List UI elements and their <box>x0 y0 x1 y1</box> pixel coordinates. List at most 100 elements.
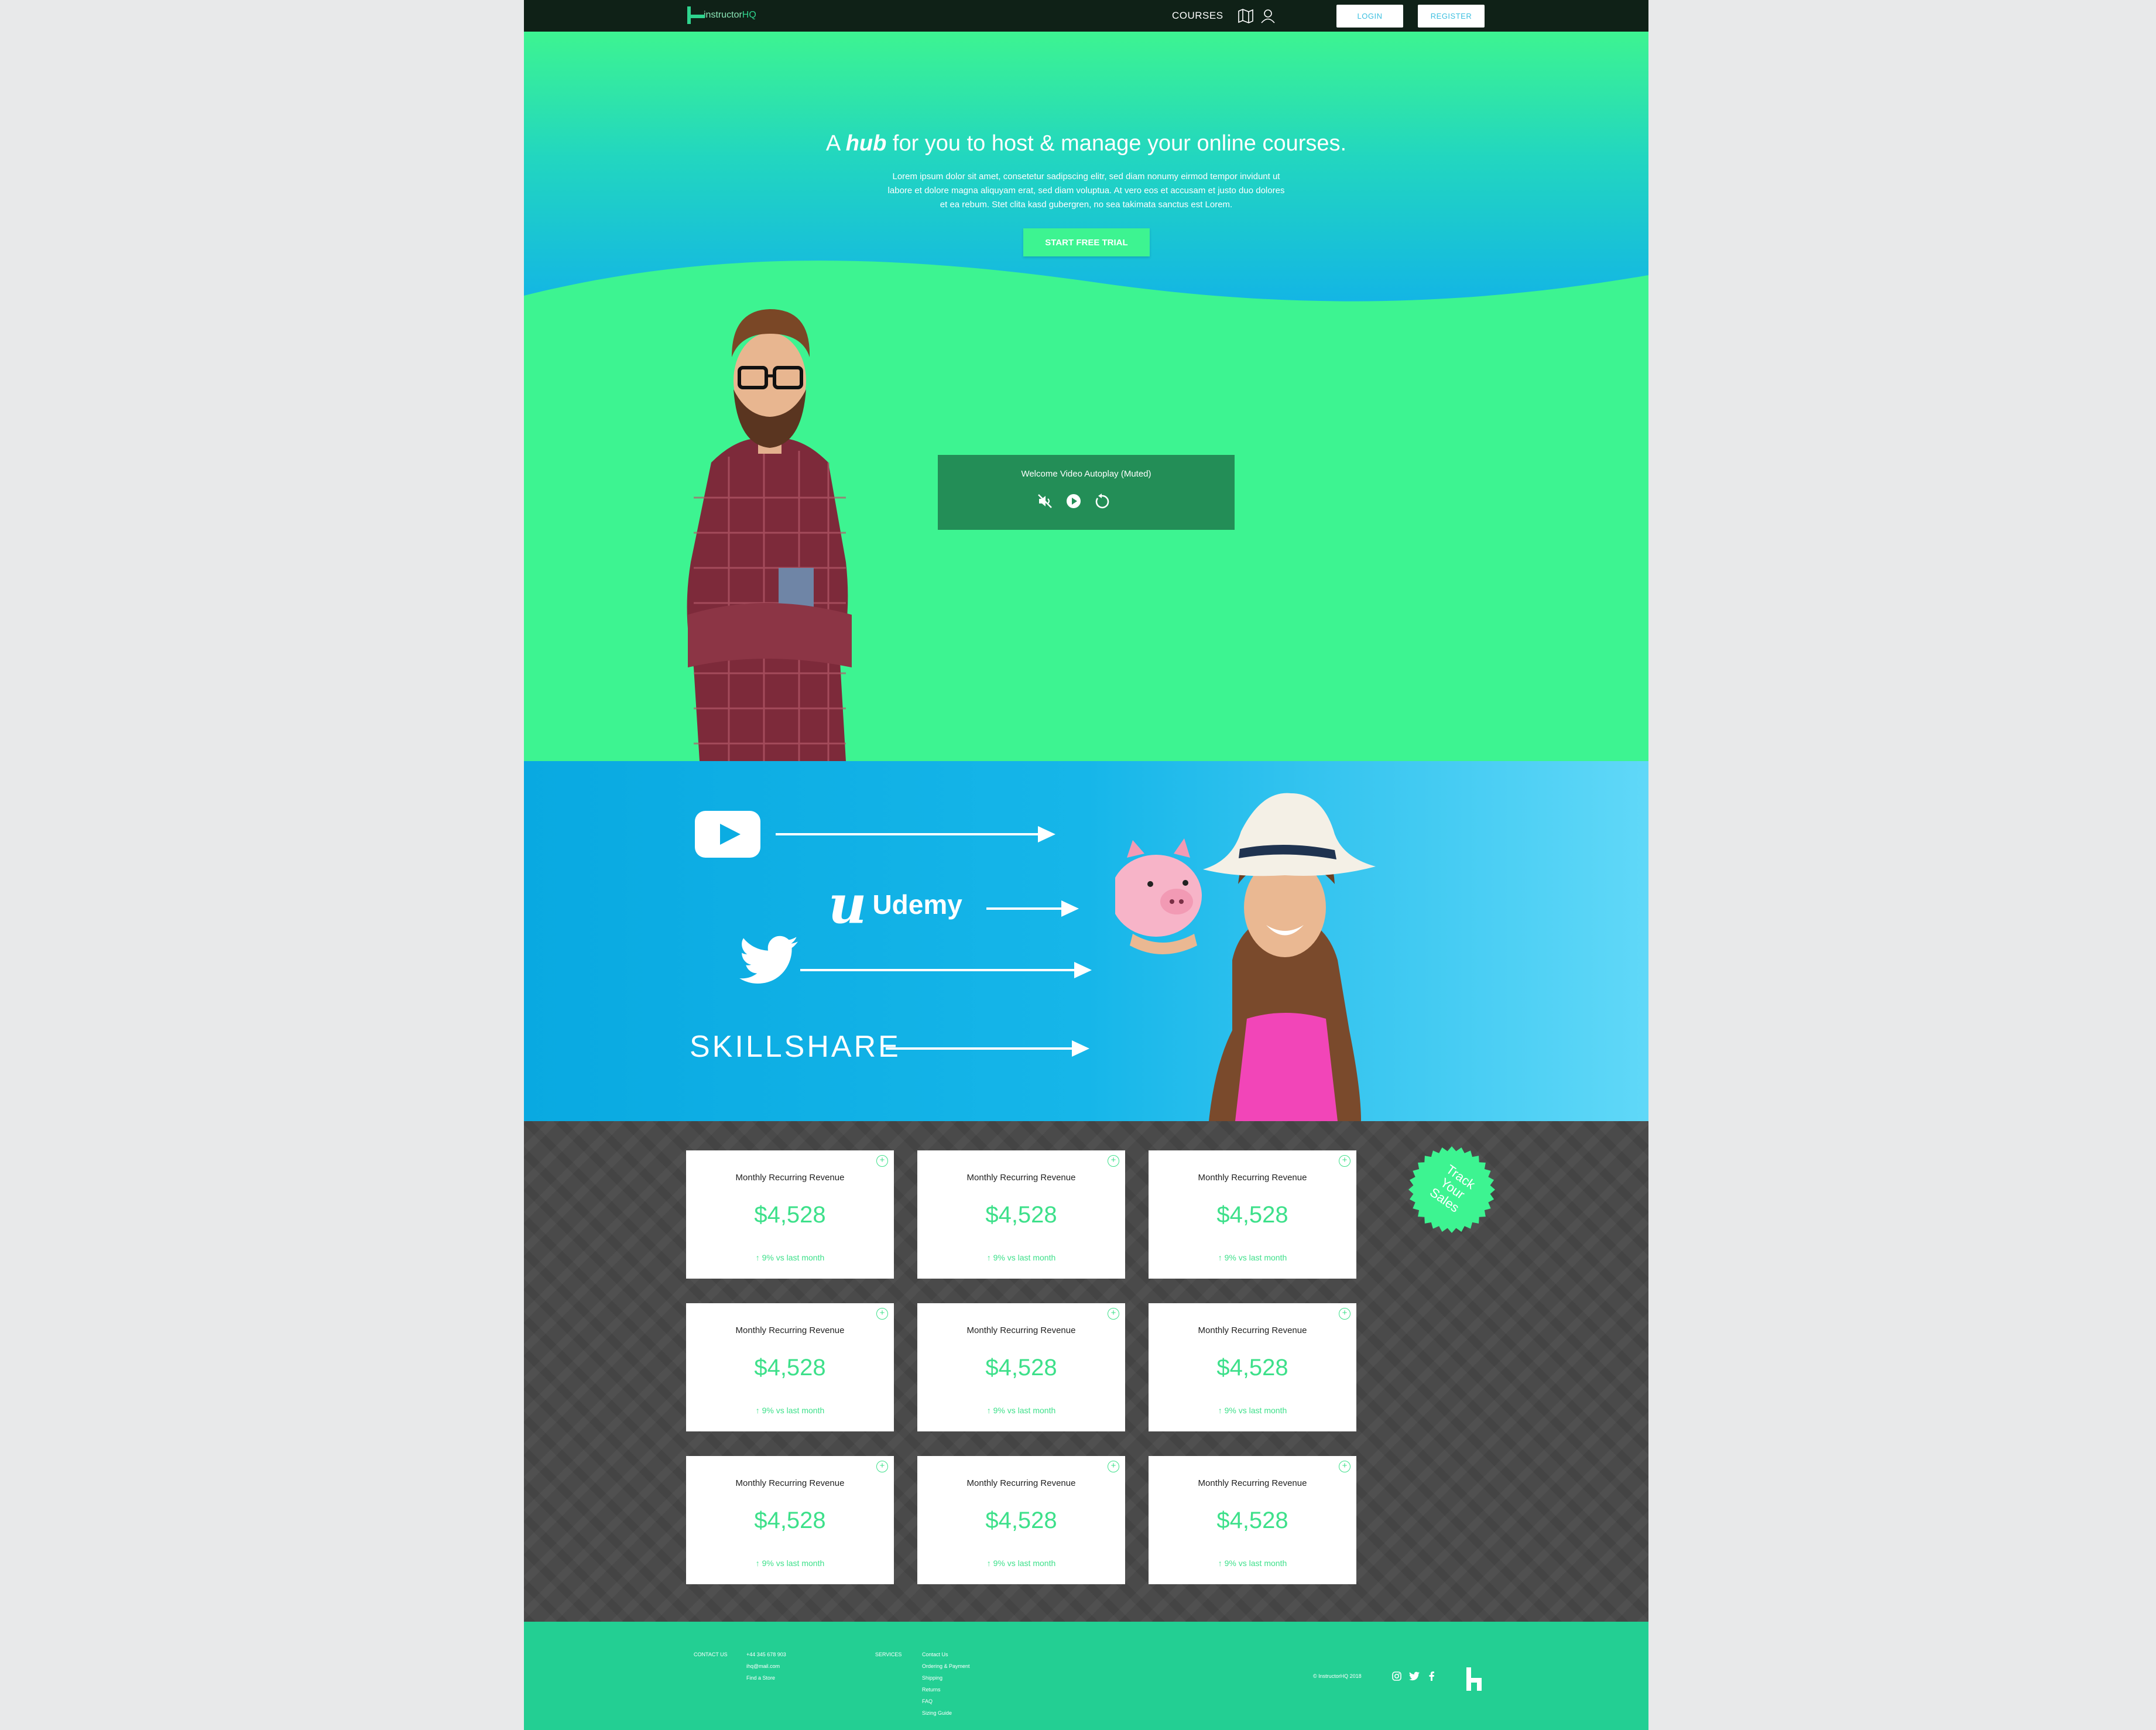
play-icon[interactable] <box>1064 491 1084 511</box>
expand-icon[interactable]: + <box>1339 1308 1351 1320</box>
footer-find-store[interactable]: Find a Store <box>746 1672 786 1684</box>
footer-email[interactable]: ihq@mail.com <box>746 1660 786 1672</box>
card-title: Monthly Recurring Revenue <box>735 1478 845 1488</box>
card-change: ↑ 9% vs last month <box>986 1406 1056 1415</box>
arrow-up-icon: ↑ <box>755 1253 762 1262</box>
footer-services-list: Contact Us Ordering & Payment Shipping R… <box>922 1649 970 1719</box>
expand-icon[interactable]: + <box>876 1155 888 1167</box>
top-nav: instructorHQ COURSES LOGIN REGISTER <box>524 0 1648 32</box>
card-value: $4,528 <box>1216 1355 1288 1380</box>
arrow-up-icon: ↑ <box>986 1253 993 1262</box>
nav-courses-link[interactable]: COURSES <box>1172 10 1223 22</box>
footer-link-shipping[interactable]: Shipping <box>922 1672 970 1684</box>
platforms-section: u Udemy SKILLSHARE <box>524 761 1648 1121</box>
footer-link-sizing[interactable]: Sizing Guide <box>922 1707 970 1719</box>
skillshare-arrow <box>886 1040 1089 1057</box>
twitter-icon <box>739 936 798 984</box>
video-title: Welcome Video Autoplay (Muted) <box>1021 469 1151 479</box>
mute-icon[interactable] <box>1035 491 1055 511</box>
revenue-card[interactable]: + Monthly Recurring Revenue $4,528 ↑ 9% vs … <box>1149 1303 1356 1431</box>
expand-icon[interactable]: + <box>1108 1308 1119 1320</box>
track-your-sales-badge: Track Your Sales <box>1408 1146 1495 1233</box>
footer-link-ordering[interactable]: Ordering & Payment <box>922 1660 970 1672</box>
replay-icon[interactable] <box>1092 491 1112 511</box>
card-value: $4,528 <box>754 1202 826 1228</box>
card-value: $4,528 <box>985 1355 1057 1380</box>
udemy-icon: u <box>828 873 867 936</box>
login-button[interactable]: LOGIN <box>1336 5 1403 28</box>
footer-contact-heading: CONTACT US <box>694 1652 728 1657</box>
arrow-up-icon: ↑ <box>755 1406 762 1415</box>
card-change: ↑ 9% vs last month <box>1218 1406 1287 1415</box>
youtube-icon <box>695 811 760 858</box>
logo-icon <box>686 6 699 24</box>
arrow-up-icon: ↑ <box>986 1406 993 1415</box>
logo-prefix: instructor <box>704 10 742 20</box>
footer-link-returns[interactable]: Returns <box>922 1684 970 1695</box>
twitter-arrow <box>800 962 1092 978</box>
card-title: Monthly Recurring Revenue <box>1198 1478 1307 1488</box>
revenue-card[interactable]: + Monthly Recurring Revenue $4,528 ↑ 9% vs … <box>917 1150 1125 1279</box>
card-value: $4,528 <box>1216 1508 1288 1533</box>
footer-copyright: © InstructorHQ 2018 <box>1313 1673 1362 1679</box>
card-title: Monthly Recurring Revenue <box>966 1173 1076 1183</box>
user-icon[interactable] <box>1259 7 1277 25</box>
card-title: Monthly Recurring Revenue <box>966 1478 1076 1488</box>
card-change: ↑ 9% vs last month <box>755 1406 825 1415</box>
arrow-up-icon: ↑ <box>1218 1253 1225 1262</box>
expand-icon[interactable]: + <box>876 1461 888 1472</box>
card-value: $4,528 <box>985 1508 1057 1533</box>
card-value: $4,528 <box>754 1508 826 1533</box>
card-change: ↑ 9% vs last month <box>986 1253 1056 1262</box>
register-button[interactable]: REGISTER <box>1418 5 1485 28</box>
hero-title: A hub for you to host & manage your onli… <box>825 131 1347 156</box>
footer-link-faq[interactable]: FAQ <box>922 1695 970 1707</box>
revenue-card[interactable]: + Monthly Recurring Revenue $4,528 ↑ 9% vs … <box>686 1456 894 1584</box>
udemy-arrow <box>986 900 1079 917</box>
card-value: $4,528 <box>1216 1202 1288 1228</box>
facebook-icon[interactable] <box>1427 1671 1437 1681</box>
card-change: ↑ 9% vs last month <box>1218 1253 1287 1262</box>
expand-icon[interactable]: + <box>1339 1155 1351 1167</box>
skillshare-logo: SKILLSHARE <box>690 1030 901 1064</box>
card-change: ↑ 9% vs last month <box>755 1558 825 1568</box>
arrow-up-icon: ↑ <box>755 1558 762 1568</box>
card-value: $4,528 <box>754 1355 826 1380</box>
footer-phone[interactable]: +44 345 678 903 <box>746 1649 786 1660</box>
footer-link-contact[interactable]: Contact Us <box>922 1649 970 1660</box>
twitter-footer-icon[interactable] <box>1409 1671 1420 1681</box>
expand-icon[interactable]: + <box>1108 1155 1119 1167</box>
footer: CONTACT US +44 345 678 903 ihq@mail.com … <box>524 1622 1648 1730</box>
card-change: ↑ 9% vs last month <box>986 1558 1056 1568</box>
revenue-card[interactable]: + Monthly Recurring Revenue $4,528 ↑ 9% vs … <box>917 1303 1125 1431</box>
expand-icon[interactable]: + <box>1108 1461 1119 1472</box>
map-icon[interactable] <box>1237 7 1254 25</box>
footer-contact-list: +44 345 678 903 ihq@mail.com Find a Stor… <box>746 1649 786 1684</box>
revenue-card[interactable]: + Monthly Recurring Revenue $4,528 ↑ 9% vs … <box>1149 1150 1356 1279</box>
welcome-video-player[interactable]: Welcome Video Autoplay (Muted) <box>938 455 1235 530</box>
revenue-card[interactable]: + Monthly Recurring Revenue $4,528 ↑ 9% vs … <box>686 1150 894 1279</box>
expand-icon[interactable]: + <box>1339 1461 1351 1472</box>
revenue-card[interactable]: + Monthly Recurring Revenue $4,528 ↑ 9% vs … <box>686 1303 894 1431</box>
card-change: ↑ 9% vs last month <box>755 1253 825 1262</box>
arrow-up-icon: ↑ <box>1218 1558 1225 1568</box>
card-title: Monthly Recurring Revenue <box>1198 1325 1307 1335</box>
udemy-logo: u Udemy <box>828 873 962 936</box>
card-value: $4,528 <box>985 1202 1057 1228</box>
card-title: Monthly Recurring Revenue <box>735 1325 845 1335</box>
card-title: Monthly Recurring Revenue <box>966 1325 1076 1335</box>
arrow-up-icon: ↑ <box>986 1558 993 1568</box>
instagram-icon[interactable] <box>1391 1671 1402 1681</box>
card-change: ↑ 9% vs last month <box>1218 1558 1287 1568</box>
footer-logo-icon <box>1466 1667 1484 1691</box>
logo[interactable]: instructorHQ <box>686 6 756 24</box>
card-title: Monthly Recurring Revenue <box>735 1173 845 1183</box>
footer-services-heading: SERVICES <box>875 1652 902 1657</box>
arrow-up-icon: ↑ <box>1218 1406 1225 1415</box>
revenue-card[interactable]: + Monthly Recurring Revenue $4,528 ↑ 9% vs … <box>917 1456 1125 1584</box>
expand-icon[interactable]: + <box>876 1308 888 1320</box>
logo-suffix: HQ <box>742 10 756 20</box>
man-with-glasses-image <box>687 309 852 761</box>
revenue-card[interactable]: + Monthly Recurring Revenue $4,528 ↑ 9% vs … <box>1149 1456 1356 1584</box>
youtube-arrow <box>776 826 1055 842</box>
